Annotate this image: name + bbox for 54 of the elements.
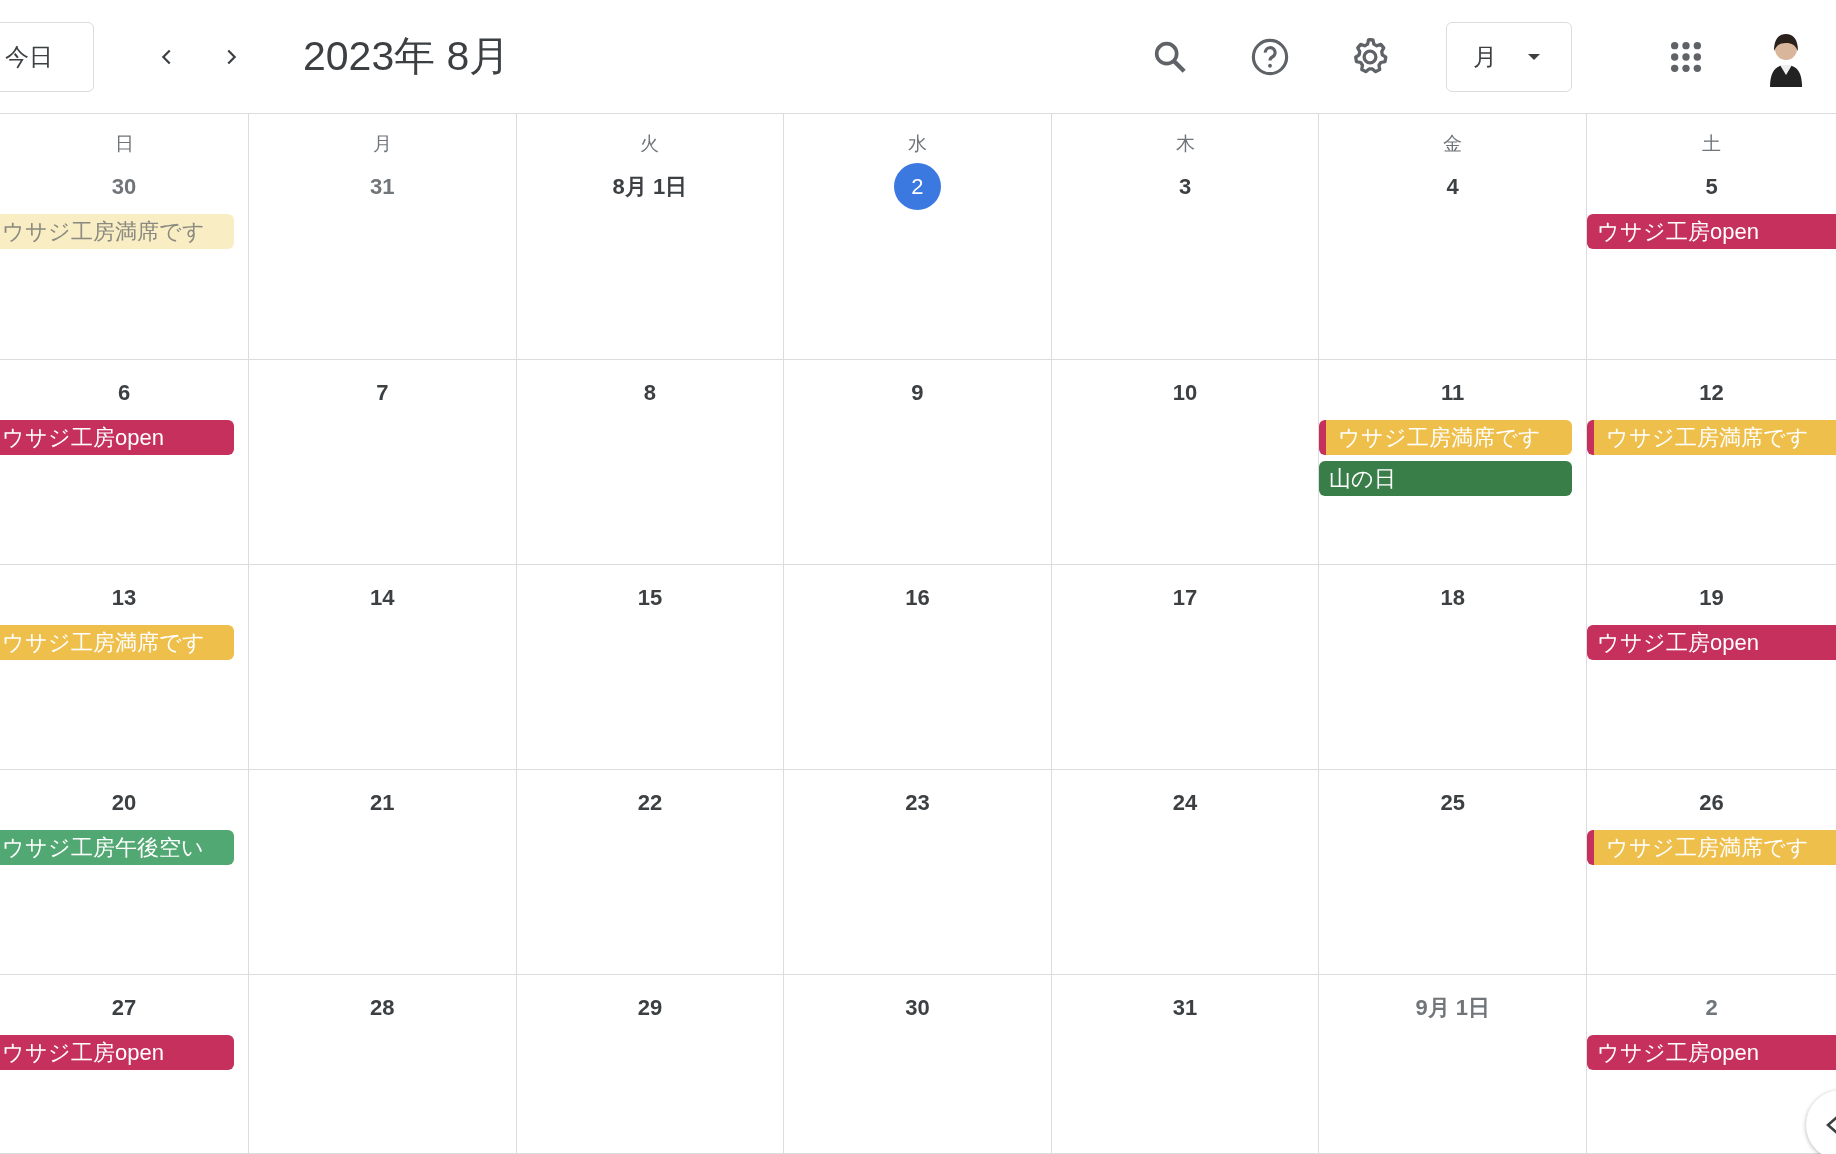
day-number[interactable]: 9 (894, 368, 941, 416)
event-chip[interactable]: ウサジ工房open (1587, 1035, 1836, 1070)
day-number[interactable]: 8 (626, 368, 674, 416)
day-number[interactable]: 31 (358, 162, 406, 210)
event-chip[interactable]: ウサジ工房open (0, 420, 234, 455)
day-number[interactable]: 8月 1日 (612, 162, 688, 210)
day-number[interactable]: 20 (100, 778, 148, 826)
day-number[interactable]: 30 (894, 983, 941, 1031)
day-number[interactable]: 13 (100, 573, 148, 621)
day-number[interactable]: 2 (1688, 983, 1735, 1031)
day-number[interactable]: 16 (894, 573, 941, 621)
weekday-label: 水 (908, 132, 927, 156)
day-number[interactable]: 26 (1688, 778, 1735, 826)
day-number[interactable]: 19 (1688, 573, 1735, 621)
day-number[interactable]: 27 (100, 983, 148, 1031)
weekday-label: 月 (372, 132, 392, 156)
day-number[interactable]: 14 (358, 573, 406, 621)
day-number[interactable]: 29 (626, 983, 674, 1031)
day-number[interactable]: 3 (1161, 162, 1209, 210)
day-number[interactable]: 6 (100, 368, 148, 416)
view-dropdown[interactable]: 月 (1446, 21, 1572, 92)
month-title: 2023年 8月 (303, 32, 511, 81)
event-chip[interactable]: ウサジ工房open (1587, 214, 1836, 249)
day-number[interactable]: 17 (1161, 573, 1209, 621)
day-number[interactable]: 31 (1161, 983, 1209, 1031)
day-number[interactable]: 2 (894, 162, 941, 210)
day-number[interactable]: 9月 1日 (1415, 983, 1490, 1031)
apps-grid-icon (1669, 39, 1703, 74)
day-number[interactable]: 7 (358, 368, 406, 416)
today-button[interactable]: 今日 (0, 21, 94, 92)
event-chip[interactable]: ウサジ工房open (1587, 625, 1836, 660)
event-chip[interactable]: 山の日 (1319, 461, 1572, 496)
day-number[interactable]: 5 (1688, 162, 1735, 210)
day-number[interactable]: 25 (1429, 778, 1477, 826)
day-number[interactable]: 30 (100, 162, 148, 210)
day-number[interactable]: 28 (358, 983, 406, 1031)
weekday-label: 火 (640, 132, 660, 156)
day-number[interactable]: 15 (626, 573, 674, 621)
day-number[interactable]: 24 (1161, 778, 1209, 826)
weekday-label: 木 (1175, 132, 1195, 156)
day-number[interactable]: 12 (1688, 368, 1735, 416)
day-number[interactable]: 22 (626, 778, 674, 826)
caret-icon (1527, 52, 1541, 61)
day-number[interactable]: 10 (1161, 368, 1209, 416)
day-number[interactable]: 18 (1429, 573, 1477, 621)
weekday-label: 土 (1702, 132, 1721, 156)
weekday-label: 金 (1443, 132, 1463, 156)
event-chip[interactable]: ウサジ工房open (0, 1035, 234, 1070)
weekday-label: 日 (114, 132, 134, 156)
day-number[interactable]: 21 (358, 778, 406, 826)
day-number[interactable]: 23 (894, 778, 941, 826)
day-number[interactable]: 4 (1429, 162, 1477, 210)
chevron-left-icon (1824, 1114, 1836, 1136)
day-number[interactable]: 11 (1429, 368, 1477, 416)
